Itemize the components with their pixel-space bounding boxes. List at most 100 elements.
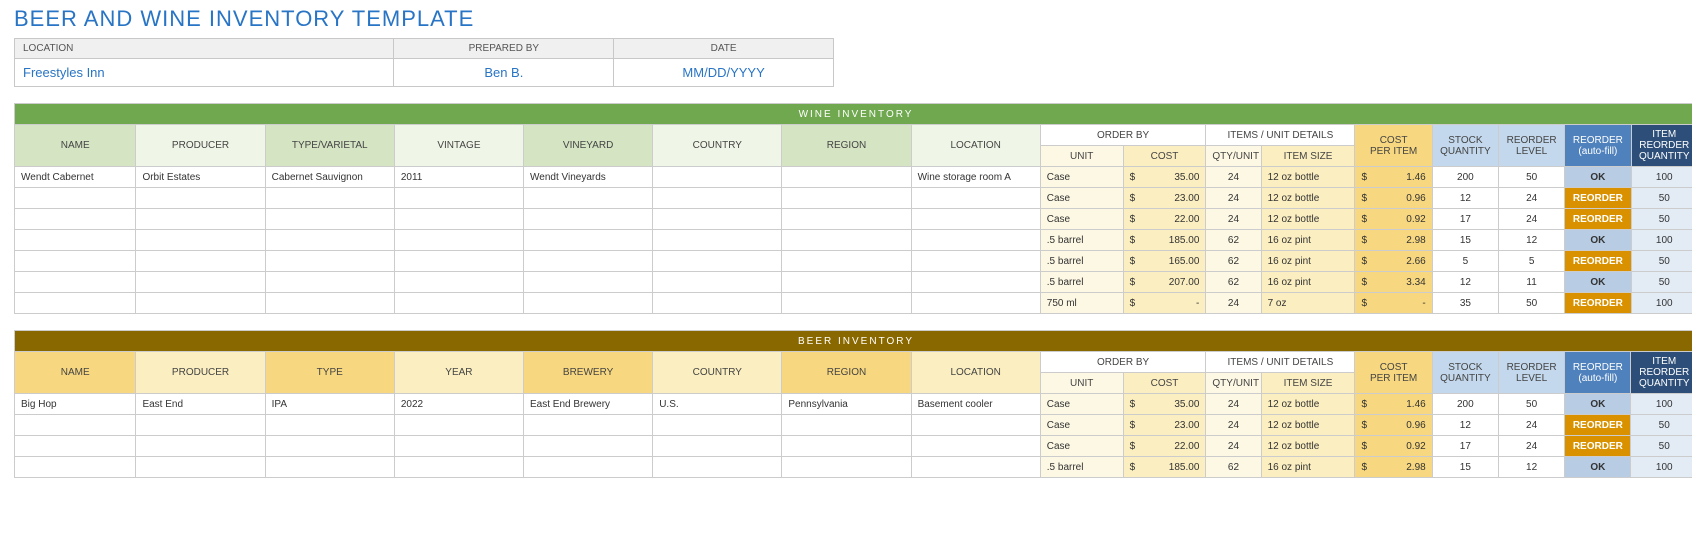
cell-cpi[interactable]: $- <box>1355 293 1432 314</box>
cell-size[interactable]: 12 oz bottle <box>1261 394 1355 415</box>
cell-vineyard[interactable] <box>524 272 653 293</box>
cell-vineyard[interactable] <box>524 293 653 314</box>
cell-producer[interactable] <box>136 457 265 478</box>
cell-cpi[interactable]: $2.98 <box>1355 457 1432 478</box>
cell-vintage[interactable] <box>394 251 523 272</box>
cell-location[interactable] <box>911 209 1040 230</box>
cell-cost[interactable]: $35.00 <box>1123 167 1206 188</box>
cell-reorder-level[interactable]: 5 <box>1499 251 1565 272</box>
cell-country[interactable] <box>653 272 782 293</box>
cell-country[interactable] <box>653 209 782 230</box>
cell-cost[interactable]: $23.00 <box>1123 415 1206 436</box>
cell-size[interactable]: 16 oz pint <box>1261 230 1355 251</box>
cell-cpi[interactable]: $0.92 <box>1355 436 1432 457</box>
cell-stock[interactable]: 12 <box>1432 272 1498 293</box>
cell-cpi[interactable]: $2.98 <box>1355 230 1432 251</box>
cell-producer[interactable]: Orbit Estates <box>136 167 265 188</box>
cell-reorder-level[interactable]: 24 <box>1499 188 1565 209</box>
cell-location[interactable] <box>911 188 1040 209</box>
cell-unit[interactable]: Case <box>1040 209 1123 230</box>
cell-producer[interactable] <box>136 272 265 293</box>
cell-name[interactable] <box>15 209 136 230</box>
cell-reorder-level[interactable]: 50 <box>1499 293 1565 314</box>
cell-stock[interactable]: 15 <box>1432 230 1498 251</box>
cell-unit[interactable]: Case <box>1040 415 1123 436</box>
cell-qty[interactable]: 62 <box>1206 230 1261 251</box>
cell-vintage[interactable] <box>394 209 523 230</box>
cell-vineyard[interactable] <box>524 188 653 209</box>
cell-location[interactable] <box>911 457 1040 478</box>
cell-year[interactable] <box>394 457 523 478</box>
cell-size[interactable]: 12 oz bottle <box>1261 415 1355 436</box>
cell-cost[interactable]: $185.00 <box>1123 230 1206 251</box>
cell-unit[interactable]: 750 ml <box>1040 293 1123 314</box>
cell-region[interactable] <box>782 293 911 314</box>
cell-type[interactable] <box>265 251 394 272</box>
cell-name[interactable]: Wendt Cabernet <box>15 167 136 188</box>
cell-vineyard[interactable] <box>524 251 653 272</box>
cell-country[interactable] <box>653 188 782 209</box>
cell-vintage[interactable] <box>394 188 523 209</box>
cell-cpi[interactable]: $3.34 <box>1355 272 1432 293</box>
cell-cost[interactable]: $- <box>1123 293 1206 314</box>
cell-qty[interactable]: 24 <box>1206 293 1261 314</box>
cell-region[interactable]: Pennsylvania <box>782 394 911 415</box>
cell-type[interactable]: Cabernet Sauvignon <box>265 167 394 188</box>
cell-name[interactable] <box>15 436 136 457</box>
cell-name[interactable] <box>15 251 136 272</box>
cell-stock[interactable]: 35 <box>1432 293 1498 314</box>
cell-producer[interactable] <box>136 293 265 314</box>
cell-region[interactable] <box>782 436 911 457</box>
cell-vineyard[interactable] <box>524 209 653 230</box>
cell-qty[interactable]: 62 <box>1206 251 1261 272</box>
cell-qty[interactable]: 24 <box>1206 415 1261 436</box>
cell-type[interactable] <box>265 457 394 478</box>
cell-vintage[interactable] <box>394 293 523 314</box>
table-row[interactable]: .5 barrel$207.006216 oz pint$3.341211OK5… <box>15 272 1692 293</box>
cell-cost[interactable]: $35.00 <box>1123 394 1206 415</box>
cell-brewery[interactable] <box>524 436 653 457</box>
cell-producer[interactable] <box>136 436 265 457</box>
cell-cpi[interactable]: $0.96 <box>1355 415 1432 436</box>
cell-irq[interactable]: 100 <box>1631 394 1692 415</box>
cell-country[interactable] <box>653 251 782 272</box>
cell-name[interactable] <box>15 457 136 478</box>
cell-vintage[interactable] <box>394 272 523 293</box>
cell-type[interactable] <box>265 188 394 209</box>
cell-qty[interactable]: 62 <box>1206 457 1261 478</box>
cell-irq[interactable]: 100 <box>1631 230 1692 251</box>
cell-cost[interactable]: $185.00 <box>1123 457 1206 478</box>
cell-producer[interactable] <box>136 230 265 251</box>
cell-region[interactable] <box>782 272 911 293</box>
cell-stock[interactable]: 12 <box>1432 188 1498 209</box>
table-row[interactable]: Case$23.002412 oz bottle$0.961224REORDER… <box>15 415 1692 436</box>
cell-brewery[interactable] <box>524 457 653 478</box>
table-row[interactable]: Case$23.002412 oz bottle$0.961224REORDER… <box>15 188 1692 209</box>
cell-reorder-level[interactable]: 50 <box>1498 394 1564 415</box>
cell-vintage[interactable]: 2011 <box>394 167 523 188</box>
cell-reorder-level[interactable]: 12 <box>1499 230 1565 251</box>
cell-type[interactable]: IPA <box>265 394 394 415</box>
cell-location[interactable] <box>911 415 1040 436</box>
cell-size[interactable]: 12 oz bottle <box>1261 436 1355 457</box>
cell-irq[interactable]: 50 <box>1631 436 1692 457</box>
cell-producer[interactable] <box>136 188 265 209</box>
cell-country[interactable] <box>653 293 782 314</box>
cell-irq[interactable]: 50 <box>1631 188 1692 209</box>
cell-country[interactable] <box>653 230 782 251</box>
cell-stock[interactable]: 17 <box>1432 209 1498 230</box>
cell-unit[interactable]: Case <box>1040 394 1123 415</box>
cell-qty[interactable]: 24 <box>1206 394 1261 415</box>
cell-type[interactable] <box>265 209 394 230</box>
cell-producer[interactable] <box>136 415 265 436</box>
cell-brewery[interactable] <box>524 415 653 436</box>
info-prepby[interactable]: Ben B. <box>394 59 614 87</box>
cell-name[interactable]: Big Hop <box>15 394 136 415</box>
cell-unit[interactable]: Case <box>1040 188 1123 209</box>
cell-type[interactable] <box>265 415 394 436</box>
cell-size[interactable]: 16 oz pint <box>1261 272 1355 293</box>
cell-region[interactable] <box>782 167 911 188</box>
cell-irq[interactable]: 100 <box>1631 167 1692 188</box>
cell-brewery[interactable]: East End Brewery <box>524 394 653 415</box>
cell-unit[interactable]: .5 barrel <box>1040 272 1123 293</box>
